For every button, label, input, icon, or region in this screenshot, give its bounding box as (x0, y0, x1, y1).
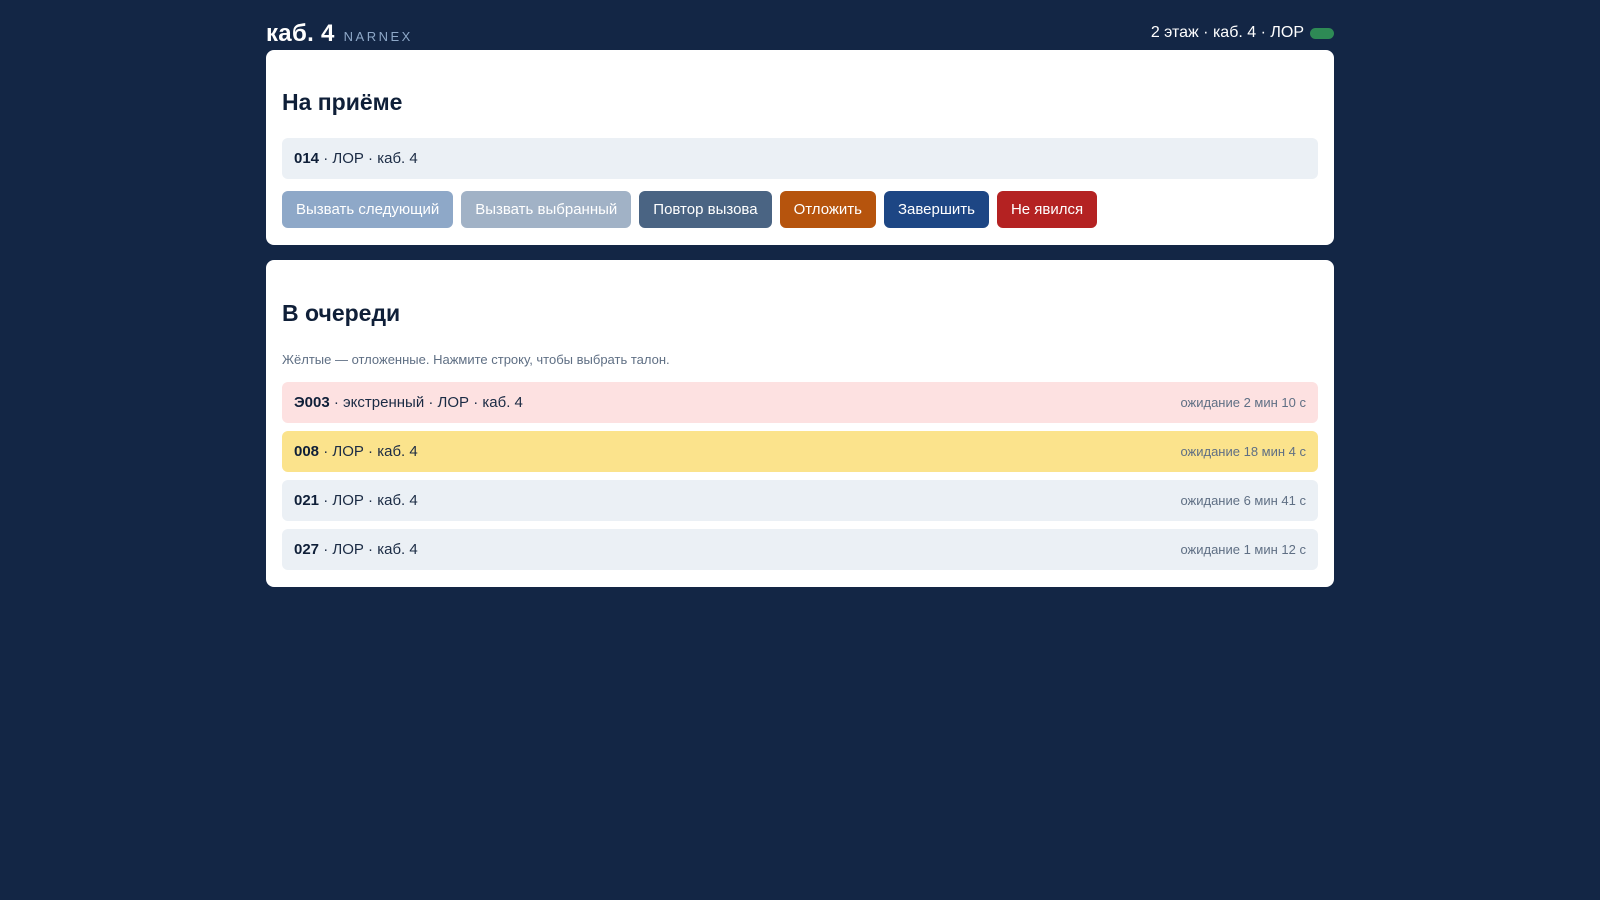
queue-wait-time: ожидание 18 мин 4 с (1180, 444, 1306, 459)
queue-ticket-details: · ЛОР · каб. 4 (319, 541, 418, 558)
queue-ticket-details: · экстренный · ЛОР · каб. 4 (329, 394, 523, 411)
current-ticket-text: 014 · ЛОР · каб. 4 (294, 150, 418, 167)
current-ticket-row: 014 · ЛОР · каб. 4 (282, 138, 1318, 179)
connection-status-indicator (1310, 27, 1334, 39)
page-title: каб. 4 (266, 20, 335, 47)
queue-row[interactable]: 008 · ЛОР · каб. 4 ожидание 18 мин 4 с (282, 431, 1318, 472)
finish-button[interactable]: Завершить (883, 191, 989, 228)
current-patient-card: На приёме 014 · ЛОР · каб. 4 Вызвать сле… (266, 50, 1334, 245)
queue-ticket-number: 021 (294, 492, 320, 509)
current-ticket-details: · ЛОР · каб. 4 (319, 150, 418, 167)
queue-hint: Жёлтые — отложенные. Нажмите строку, что… (282, 352, 670, 367)
queue-row-text: Э003 · экстренный · ЛОР · каб. 4 (294, 394, 523, 411)
queue-section-title: В очереди (282, 300, 401, 326)
queue-row[interactable]: Э003 · экстренный · ЛОР · каб. 4 ожидани… (282, 382, 1318, 423)
queue-row[interactable]: 027 · ЛОР · каб. 4 ожидание 1 мин 12 с (282, 529, 1318, 570)
location-label: 2 этаж · каб. 4 · ЛОР (1150, 24, 1304, 41)
queue-wait-time: ожидание 2 мин 10 с (1180, 395, 1306, 410)
queue-row[interactable]: 021 · ЛОР · каб. 4 ожидание 6 мин 41 с (282, 480, 1318, 521)
queue-ticket-number: Э003 (294, 394, 330, 411)
queue-wait-time: ожидание 1 мин 12 с (1180, 542, 1306, 557)
queue-row-text: 027 · ЛОР · каб. 4 (294, 541, 418, 558)
location-info: 2 этаж · каб. 4 · ЛОР (1151, 24, 1334, 42)
queue-ticket-details: · ЛОР · каб. 4 (319, 492, 418, 509)
queue-row-text: 021 · ЛОР · каб. 4 (294, 492, 418, 509)
call-next-button[interactable]: Вызвать следующий (282, 191, 454, 228)
call-selected-button[interactable]: Вызвать выбранный (461, 191, 632, 228)
no-show-button[interactable]: Не явился (996, 191, 1098, 228)
current-ticket-number: 014 (294, 150, 320, 167)
defer-button[interactable]: Отложить (779, 191, 876, 228)
action-buttons: Вызвать следующий Вызвать выбранный Повт… (282, 191, 1105, 228)
queue-wait-time: ожидание 6 мин 41 с (1180, 493, 1306, 508)
brand-name: NARNEX (343, 29, 413, 44)
queue-ticket-details: · ЛОР · каб. 4 (319, 443, 418, 460)
queue-row-text: 008 · ЛОР · каб. 4 (294, 443, 418, 460)
queue-card: В очереди Жёлтые — отложенные. Нажмите с… (266, 260, 1334, 587)
queue-ticket-number: 027 (294, 541, 320, 558)
app-header: каб. 4 NARNEX 2 этаж · каб. 4 · ЛОР (266, 18, 1334, 50)
current-section-title: На приёме (282, 89, 403, 115)
queue-ticket-number: 008 (294, 443, 320, 460)
brand: каб. 4 NARNEX (266, 20, 413, 48)
repeat-call-button[interactable]: Повтор вызова (639, 191, 772, 228)
